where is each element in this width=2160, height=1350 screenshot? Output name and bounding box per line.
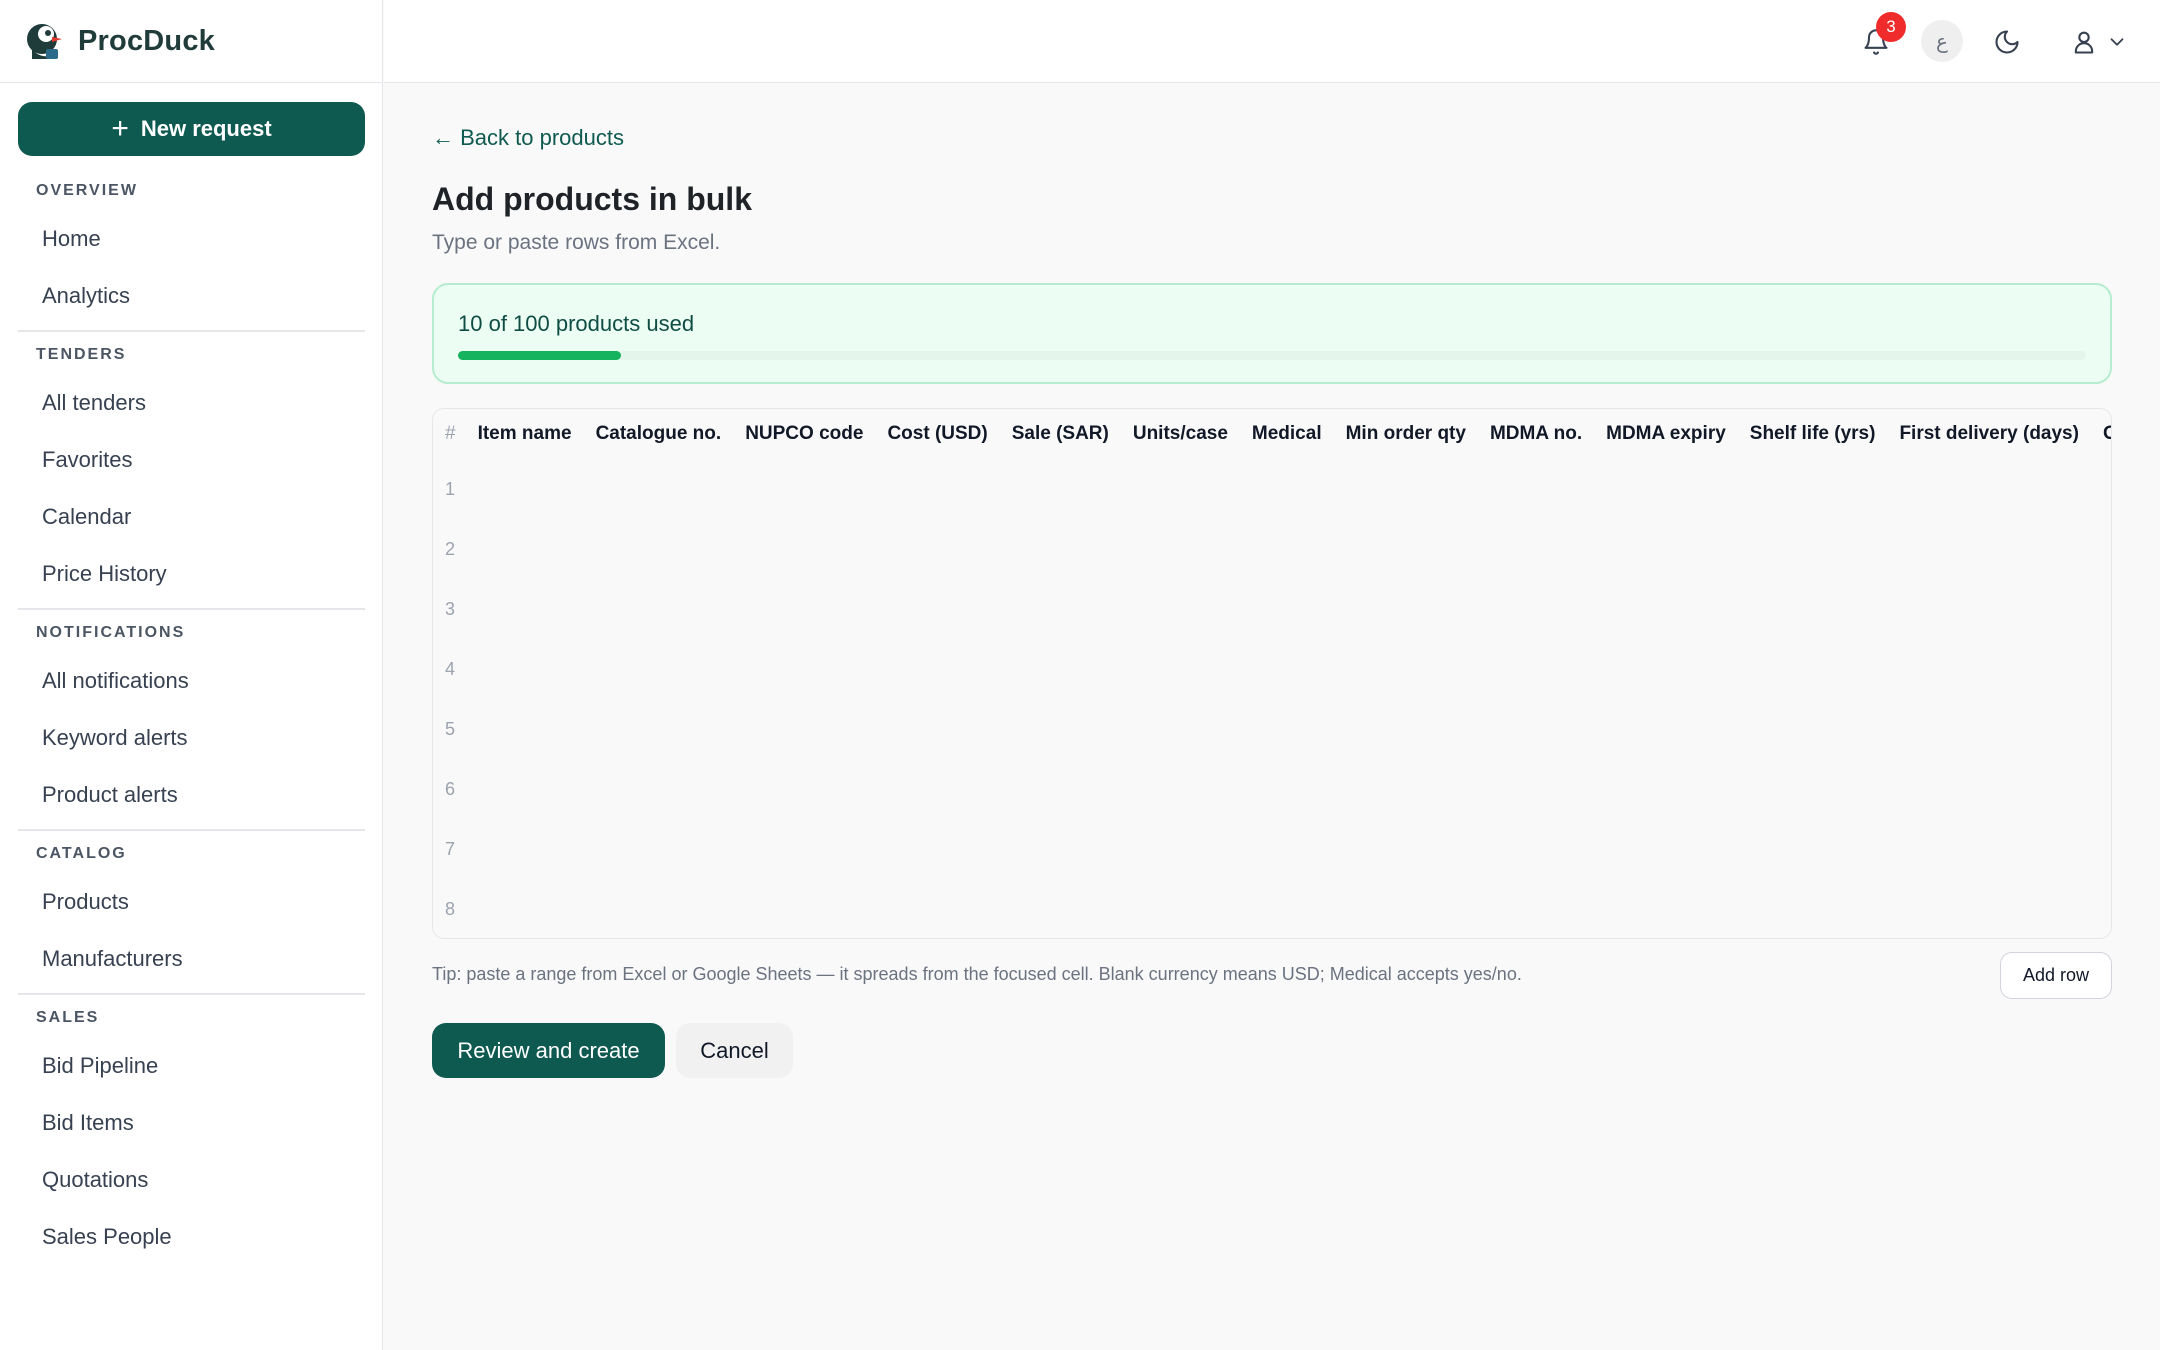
sidebar-item-sales-people[interactable]: Sales People <box>18 1208 365 1265</box>
table-row[interactable]: 8 <box>433 879 2111 938</box>
table-row[interactable]: 6 <box>433 759 2111 819</box>
user-menu-button[interactable] <box>2064 22 2134 62</box>
user-icon <box>2074 31 2094 54</box>
column-header: MDMA expiry <box>1606 423 1726 444</box>
new-request-label: New request <box>140 116 272 141</box>
new-request-button[interactable]: + New request <box>18 102 365 156</box>
sidebar-item-products[interactable]: Products <box>18 873 365 930</box>
brand-name: ProcDuck <box>78 24 215 57</box>
sidebar-item-home[interactable]: Home <box>18 210 365 267</box>
sidebar-item-bid-pipeline[interactable]: Bid Pipeline <box>18 1037 365 1094</box>
column-header: Sale (SAR) <box>1011 423 1109 444</box>
column-header: NUPCO code <box>745 423 864 444</box>
add-row-button[interactable]: Add row <box>2000 952 2112 999</box>
bulk-product-grid[interactable]: # Item name Catalogue no. NUPCO code Cost (… <box>432 408 2112 939</box>
sidebar-section-overview: OVERVIEW Home Analytics <box>18 168 365 330</box>
column-header: Cost (USD) <box>887 423 988 444</box>
sidebar-nav: OVERVIEW Home Analytics TENDERS All tend… <box>18 168 365 1271</box>
table-row[interactable]: 5 <box>433 699 2111 759</box>
language-icon[interactable]: ع <box>1921 20 1963 62</box>
notification-count-badge: 3 <box>1876 12 1906 42</box>
sidebar-section-tenders: TENDERS All tenders Favorites Calendar P… <box>18 330 365 608</box>
section-title: TENDERS <box>36 346 127 363</box>
chevron-down-icon <box>2110 38 2124 46</box>
sidebar-item-keyword-alerts[interactable]: Keyword alerts <box>18 709 365 766</box>
section-title: OVERVIEW <box>36 182 138 199</box>
column-header: Min order qty <box>1345 423 1466 444</box>
paste-tip: Tip: paste a range from Excel or Google … <box>432 964 1522 984</box>
column-header: Ord <box>2103 423 2111 445</box>
column-header: Shelf life (yrs) <box>1749 423 1876 444</box>
top-bar: 3 ع <box>384 0 2160 83</box>
section-title: CATALOG <box>36 845 127 862</box>
page-subtitle: Type or paste rows from Excel. <box>432 231 721 254</box>
sidebar-item-calendar[interactable]: Calendar <box>18 488 365 545</box>
row-number-header: # <box>445 423 456 444</box>
brand[interactable]: ProcDuck <box>0 0 382 83</box>
table-row[interactable]: 3 <box>433 579 2111 639</box>
page-title: Add products in bulk <box>432 181 752 217</box>
usage-progress-track <box>458 351 2086 360</box>
column-header: MDMA no. <box>1489 423 1583 444</box>
sidebar-section-catalog: CATALOG Products Manufacturers <box>18 829 365 993</box>
column-header: Catalogue no. <box>595 423 722 444</box>
moon-icon <box>1995 30 2019 54</box>
review-and-create-button[interactable]: Review and create <box>432 1023 665 1078</box>
sidebar-section-sales: SALES Bid Pipeline Bid Items Quotations … <box>18 993 365 1271</box>
table-row[interactable]: 2 <box>433 519 2111 579</box>
column-header: First delivery (days) <box>1899 423 2079 444</box>
sidebar-item-analytics[interactable]: Analytics <box>18 267 365 324</box>
usage-text: 10 of 100 products used <box>458 311 695 336</box>
sidebar: ProcDuck + New request OVERVIEW Home Ana… <box>0 0 383 1350</box>
sidebar-item-product-alerts[interactable]: Product alerts <box>18 766 365 823</box>
section-title: SALES <box>36 1009 100 1026</box>
section-title: NOTIFICATIONS <box>36 624 186 641</box>
column-header: Medical <box>1251 423 1322 444</box>
back-to-products-link[interactable]: ← Back to products <box>432 125 624 151</box>
sidebar-item-favorites[interactable]: Favorites <box>18 431 365 488</box>
theme-toggle-button[interactable] <box>1987 22 2027 62</box>
column-header: Item name <box>477 423 572 444</box>
column-header: Units/case <box>1132 423 1228 444</box>
table-row[interactable]: 1 <box>433 459 2111 519</box>
sidebar-item-manufacturers[interactable]: Manufacturers <box>18 930 365 987</box>
sidebar-item-all-notifications[interactable]: All notifications <box>18 652 365 709</box>
table-row[interactable]: 7 <box>433 819 2111 879</box>
sidebar-item-price-history[interactable]: Price History <box>18 545 365 602</box>
sidebar-section-notifications: NOTIFICATIONS All notifications Keyword … <box>18 608 365 829</box>
sidebar-item-all-tenders[interactable]: All tenders <box>18 374 365 431</box>
sidebar-item-bid-items[interactable]: Bid Items <box>18 1094 365 1151</box>
cancel-button[interactable]: Cancel <box>676 1023 793 1078</box>
usage-progress-fill <box>458 351 621 360</box>
grid-header-row: # Item name Catalogue no. NUPCO code Cost (… <box>433 409 2111 459</box>
duck-logo-icon <box>27 24 62 59</box>
table-row[interactable]: 4 <box>433 639 2111 699</box>
sidebar-item-quotations[interactable]: Quotations <box>18 1151 365 1208</box>
usage-banner: 10 of 100 products used <box>432 283 2112 384</box>
grid-body: 12345678 <box>433 459 2111 938</box>
plus-icon: + <box>111 112 129 145</box>
